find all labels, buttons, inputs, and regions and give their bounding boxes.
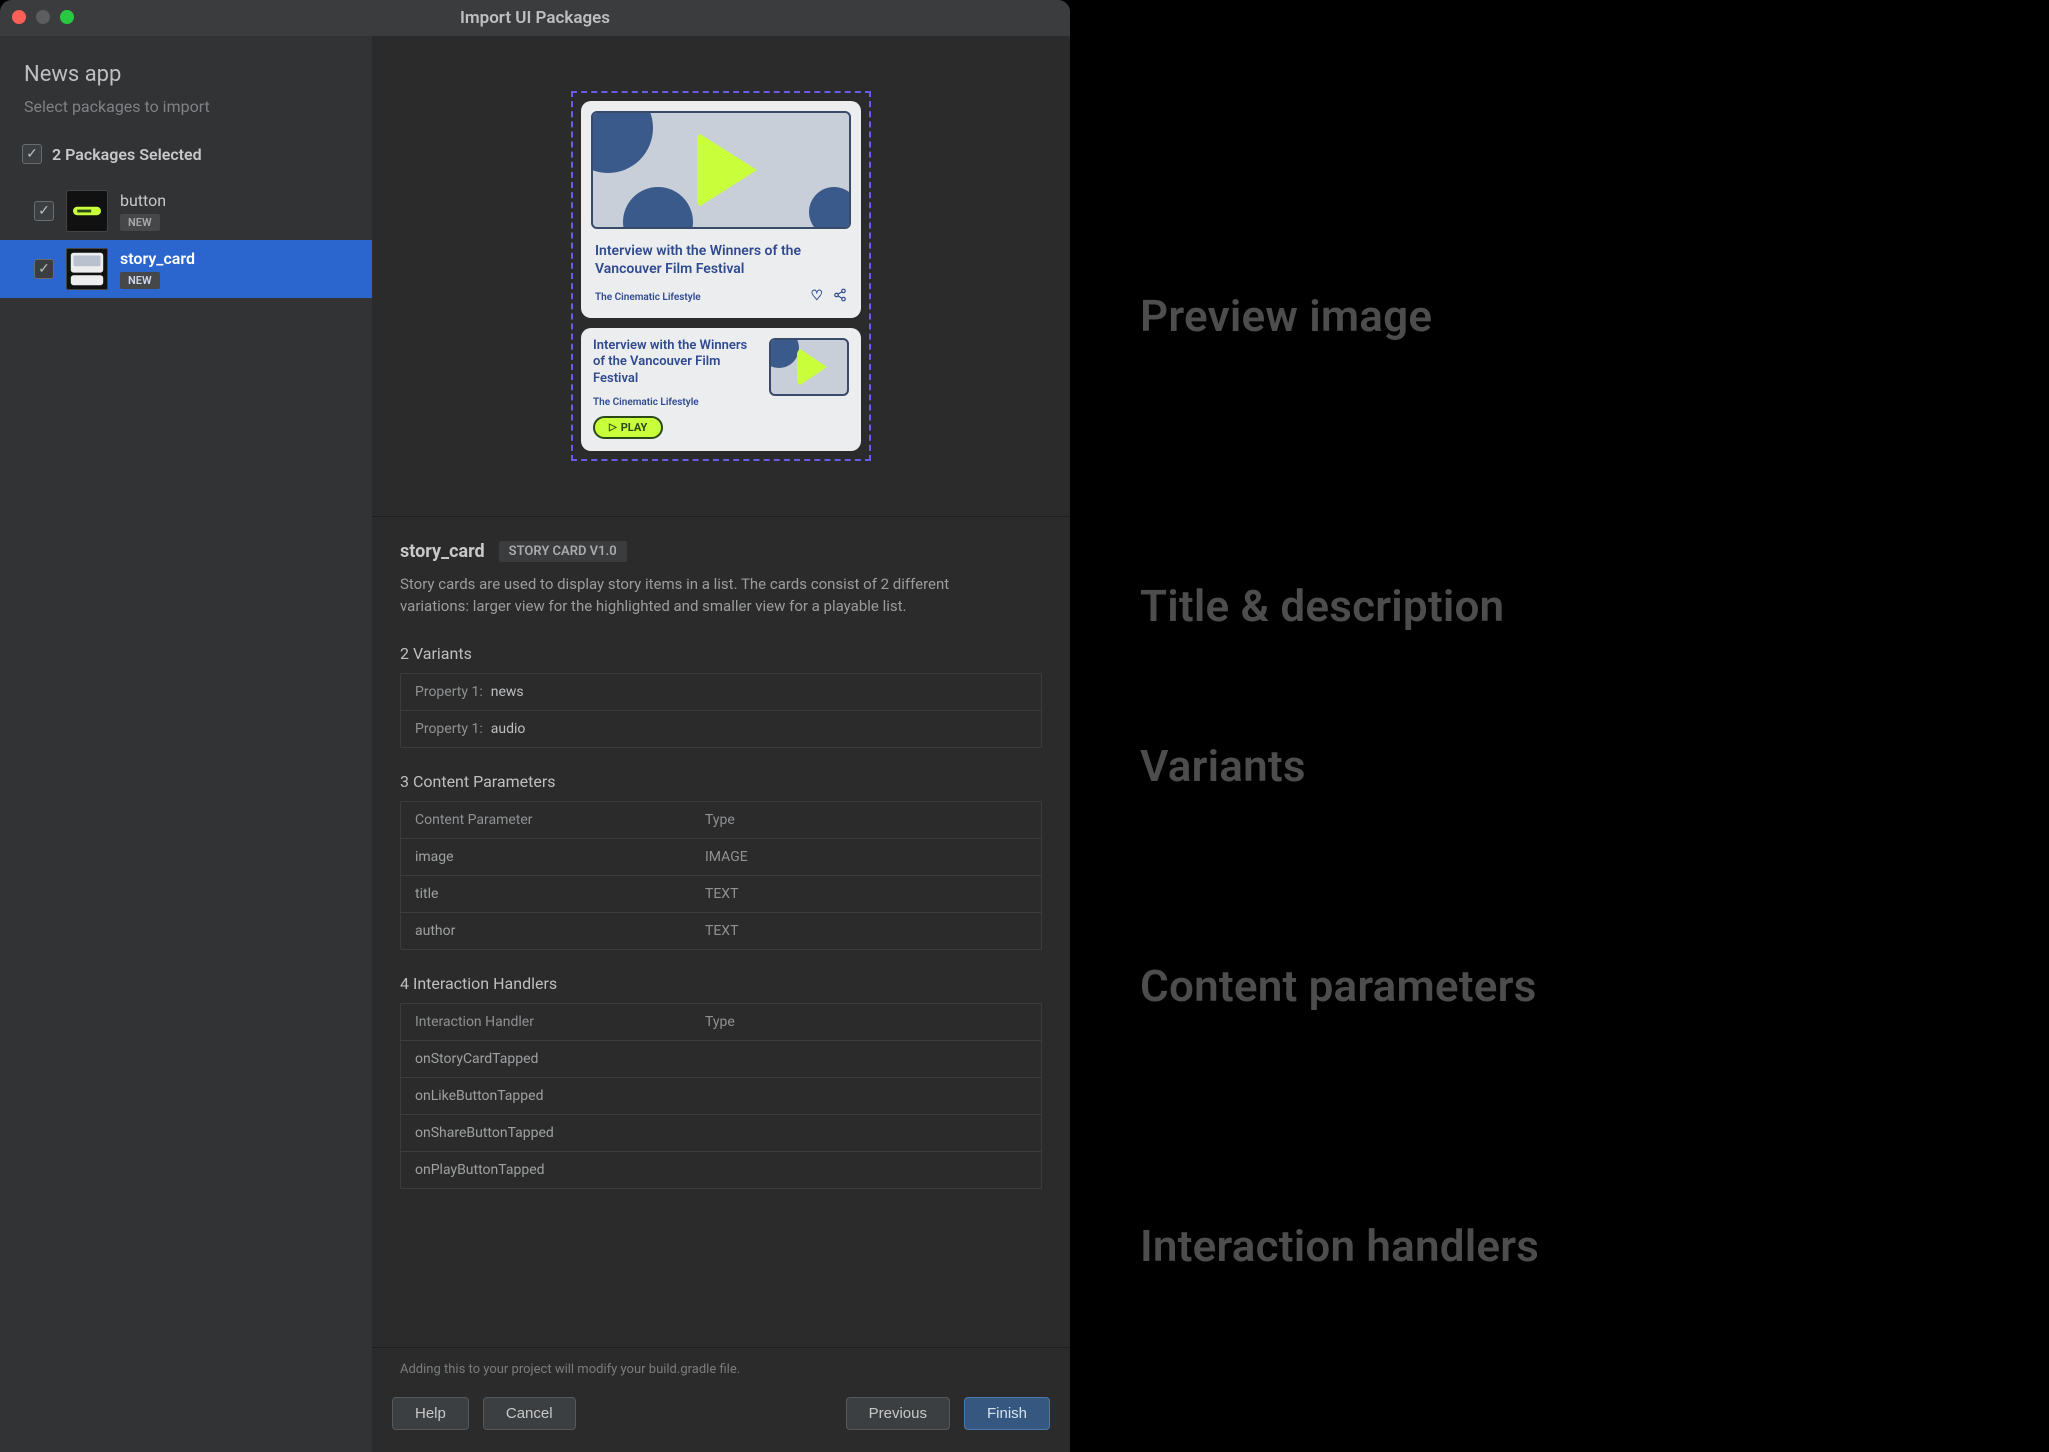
maximize-icon[interactable]	[60, 10, 74, 24]
annot-variants: Variants	[1140, 740, 1306, 792]
component-version: STORY CARD V1.0	[499, 541, 627, 562]
handlers-heading: 4 Interaction Handlers	[400, 974, 1042, 993]
package-checkbox[interactable]: ✓	[34, 259, 54, 279]
package-thumbnail	[66, 190, 108, 232]
new-badge: NEW	[120, 272, 160, 289]
sidebar-item-story-card[interactable]: ✓ story_card NEW	[0, 240, 372, 298]
preview-frame: Interview with the Winners of the Vancou…	[571, 91, 871, 461]
preview-image-small	[769, 338, 849, 396]
table-row: Property 1: audio	[401, 710, 1041, 747]
sidebar: News app Select packages to import ✓ 2 P…	[0, 36, 372, 1452]
handlers-table: Interaction Handler Type onStoryCardTapp…	[400, 1003, 1042, 1189]
annot-preview: Preview image	[1140, 290, 1432, 342]
window-controls	[12, 10, 74, 24]
play-button[interactable]: ▷ PLAY	[593, 416, 663, 439]
close-icon[interactable]	[12, 10, 26, 24]
preview-card-author: The Cinematic Lifestyle	[595, 292, 701, 303]
content-params-table: Content Parameter Type image IMAGE title…	[400, 801, 1042, 950]
content-params-heading: 3 Content Parameters	[400, 772, 1042, 791]
selection-summary: 2 Packages Selected	[52, 145, 202, 164]
minimize-icon[interactable]	[36, 10, 50, 24]
finish-button[interactable]: Finish	[964, 1397, 1050, 1430]
preview-card-large: Interview with the Winners of the Vancou…	[581, 101, 861, 318]
package-name: story_card	[120, 249, 195, 268]
play-icon: ▷	[609, 422, 617, 433]
previous-button[interactable]: Previous	[846, 1397, 950, 1430]
preview-image	[591, 111, 851, 229]
preview-card-small: Interview with the Winners of the Vancou…	[581, 328, 861, 451]
cancel-button[interactable]: Cancel	[483, 1397, 576, 1430]
component-name: story_card	[400, 541, 485, 562]
table-row: author TEXT	[401, 912, 1041, 949]
play-icon	[797, 347, 827, 387]
window-title: Import UI Packages	[460, 8, 610, 28]
package-name: button	[120, 191, 166, 210]
main-panel: Interview with the Winners of the Vancou…	[372, 36, 1070, 1452]
heart-icon[interactable]: ♡	[810, 288, 823, 306]
annot-handlers: Interaction handlers	[1140, 1220, 1539, 1272]
preview-card-title: Interview with the Winners of the Vancou…	[593, 338, 761, 387]
component-description: Story cards are used to display story it…	[400, 574, 1020, 618]
table-header: Content Parameter Type	[401, 802, 1041, 838]
table-row: onLikeButtonTapped	[401, 1077, 1041, 1114]
help-button[interactable]: Help	[392, 1397, 469, 1430]
table-header: Interaction Handler Type	[401, 1004, 1041, 1040]
sidebar-item-button[interactable]: ✓ button NEW	[0, 182, 372, 240]
share-icon[interactable]	[833, 288, 847, 306]
table-row: image IMAGE	[401, 838, 1041, 875]
sidebar-subtitle: Select packages to import	[0, 97, 372, 144]
dialog-footer: Adding this to your project will modify …	[372, 1347, 1070, 1452]
variants-heading: 2 Variants	[400, 644, 1042, 663]
details-panel: story_card STORY CARD V1.0 Story cards a…	[372, 516, 1070, 1347]
import-dialog: Import UI Packages News app Select packa…	[0, 0, 1070, 1452]
project-title: News app	[0, 62, 372, 97]
package-checkbox[interactable]: ✓	[34, 201, 54, 221]
table-row: onPlayButtonTapped	[401, 1151, 1041, 1188]
play-icon	[697, 132, 757, 208]
play-label: PLAY	[621, 421, 648, 434]
annot-title-desc: Title & description	[1140, 580, 1504, 632]
new-badge: NEW	[120, 214, 160, 231]
preview-card-title: Interview with the Winners of the Vancou…	[595, 243, 847, 278]
preview-card-author: The Cinematic Lifestyle	[593, 397, 761, 408]
variants-table: Property 1: news Property 1: audio	[400, 673, 1042, 748]
table-row: Property 1: news	[401, 674, 1041, 710]
package-thumbnail	[66, 248, 108, 290]
footer-note: Adding this to your project will modify …	[392, 1362, 1050, 1377]
select-all-row[interactable]: ✓ 2 Packages Selected	[0, 144, 372, 182]
select-all-checkbox[interactable]: ✓	[22, 144, 42, 164]
table-row: onShareButtonTapped	[401, 1114, 1041, 1151]
titlebar: Import UI Packages	[0, 0, 1070, 36]
table-row: onStoryCardTapped	[401, 1040, 1041, 1077]
annot-content-params: Content parameters	[1140, 960, 1537, 1012]
table-row: title TEXT	[401, 875, 1041, 912]
preview-area: Interview with the Winners of the Vancou…	[372, 36, 1070, 516]
